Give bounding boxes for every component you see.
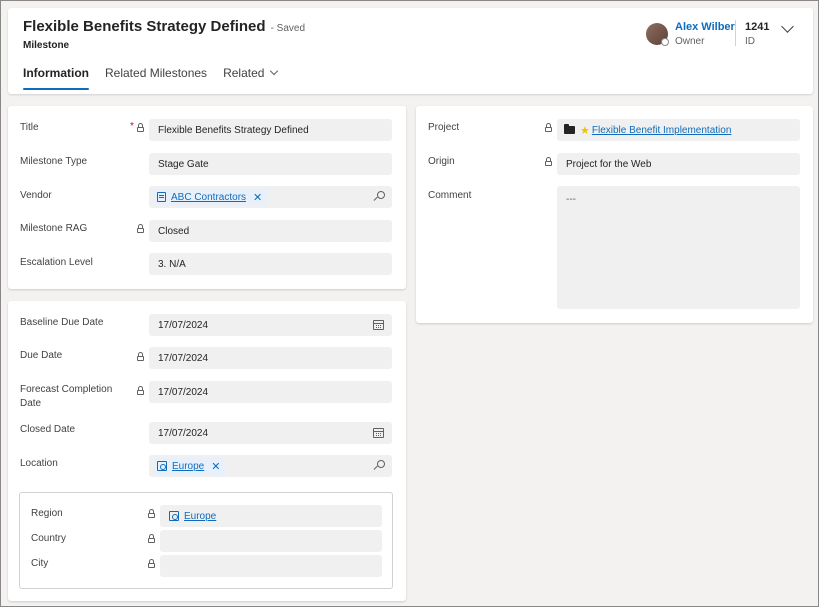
escalation-level-label: Escalation Level xyxy=(20,257,93,268)
lock-icon xyxy=(137,123,144,132)
star-icon: ★ xyxy=(580,124,590,137)
project-link[interactable]: Flexible Benefit Implementation xyxy=(592,125,732,136)
vendor-lookup[interactable]: ABC Contractors ✕ xyxy=(149,186,392,208)
baseline-due-date-field[interactable]: 17/07/2024 xyxy=(149,314,392,336)
tab-related-milestones-label: Related Milestones xyxy=(105,66,208,80)
vendor-label: Vendor xyxy=(20,190,52,201)
due-date-label: Due Date xyxy=(20,350,63,361)
milestone-type-label: Milestone Type xyxy=(20,156,88,167)
location-tag[interactable]: Europe ✕ xyxy=(153,457,226,475)
lock-icon xyxy=(545,123,552,132)
lock-icon xyxy=(545,157,552,166)
title-label: Title xyxy=(20,122,39,133)
location-lookup[interactable]: Europe ✕ xyxy=(149,455,392,477)
remove-vendor-icon[interactable]: ✕ xyxy=(253,191,262,204)
city-field[interactable] xyxy=(160,555,382,577)
location-label: Location xyxy=(20,458,58,469)
id-field: 1241 ID xyxy=(745,21,769,47)
presence-icon xyxy=(661,38,669,46)
calendar-icon[interactable] xyxy=(373,428,384,438)
project-lookup[interactable]: ★ Flexible Benefit Implementation xyxy=(557,119,800,141)
save-status: - Saved xyxy=(270,23,306,34)
region-tag[interactable]: Europe xyxy=(165,509,221,524)
lock-icon xyxy=(148,509,155,518)
project-section: Project ★ Flexible Benefit Implementatio… xyxy=(416,106,813,323)
search-icon[interactable] xyxy=(373,460,386,472)
avatar xyxy=(646,23,669,46)
forecast-label-line2: Date xyxy=(20,398,42,409)
closed-date-value: 17/07/2024 xyxy=(158,427,209,439)
escalation-level-field[interactable]: 3. N/A xyxy=(149,253,392,275)
comment-field[interactable]: --- xyxy=(557,186,800,309)
due-date-field[interactable]: 17/07/2024 xyxy=(149,347,392,369)
lock-icon xyxy=(137,386,144,395)
search-icon[interactable] xyxy=(373,191,386,203)
vendor-link[interactable]: ABC Contractors xyxy=(171,192,246,203)
chevron-down-icon xyxy=(270,66,279,76)
page-title: Flexible Benefits Strategy Defined xyxy=(23,18,266,35)
entity-name: Milestone xyxy=(23,40,70,51)
lock-icon xyxy=(137,224,144,233)
tab-related[interactable]: Related xyxy=(223,66,279,90)
region-field[interactable]: Europe xyxy=(160,505,382,527)
origin-field[interactable]: Project for the Web xyxy=(557,153,800,175)
header-expand-chevron-icon[interactable] xyxy=(781,20,794,33)
lock-icon xyxy=(148,559,155,568)
project-label: Project xyxy=(428,122,460,133)
closed-date-field[interactable]: 17/07/2024 xyxy=(149,422,392,444)
remove-location-icon[interactable]: ✕ xyxy=(211,460,220,473)
record-icon xyxy=(157,192,166,202)
region-label: Region xyxy=(31,508,63,519)
owner-field[interactable]: Alex Wilber Owner xyxy=(646,21,735,47)
lock-icon xyxy=(137,352,144,361)
forecast-completion-date-label: Forecast Completion Date xyxy=(20,383,112,411)
folder-icon xyxy=(564,124,575,134)
required-indicator: * xyxy=(130,121,134,132)
general-section: Title * Flexible Benefits Strategy Defin… xyxy=(8,106,406,289)
region-record-icon xyxy=(169,511,179,521)
city-label: City xyxy=(31,558,49,569)
tab-related-milestones[interactable]: Related Milestones xyxy=(105,66,207,90)
owner-role: Owner xyxy=(675,36,705,47)
id-label: ID xyxy=(745,36,755,47)
owner-name[interactable]: Alex Wilber xyxy=(675,21,735,33)
tab-list: Information Related Milestones Related xyxy=(23,66,293,90)
baseline-due-date-label: Baseline Due Date xyxy=(20,317,104,328)
location-record-icon xyxy=(157,461,167,471)
forecast-completion-date-field[interactable]: 17/07/2024 xyxy=(149,381,392,403)
milestone-rag-label: Milestone RAG xyxy=(20,223,88,234)
tab-information[interactable]: Information xyxy=(23,66,89,90)
location-link[interactable]: Europe xyxy=(172,461,204,472)
origin-label: Origin xyxy=(428,156,455,167)
header-divider xyxy=(735,20,736,46)
closed-date-label: Closed Date xyxy=(20,424,76,435)
comment-label: Comment xyxy=(428,190,472,201)
calendar-icon[interactable] xyxy=(373,320,384,330)
form-window: Flexible Benefits Strategy Defined - Sav… xyxy=(0,0,819,607)
record-header: Flexible Benefits Strategy Defined - Sav… xyxy=(8,8,813,94)
dates-section: Baseline Due Date 17/07/2024 Due Date 17… xyxy=(8,301,406,601)
lock-icon xyxy=(148,534,155,543)
tab-related-label: Related xyxy=(223,66,265,80)
country-label: Country xyxy=(31,533,67,544)
vendor-tag[interactable]: ABC Contractors ✕ xyxy=(153,188,268,206)
forecast-label-line1: Forecast Completion xyxy=(20,384,113,395)
region-link[interactable]: Europe xyxy=(184,511,216,522)
geography-subgrid: Region Europe Country City xyxy=(19,492,393,589)
country-field[interactable] xyxy=(160,530,382,552)
title-field[interactable]: Flexible Benefits Strategy Defined xyxy=(149,119,392,141)
baseline-due-date-value: 17/07/2024 xyxy=(158,319,209,331)
tab-information-label: Information xyxy=(23,66,89,80)
milestone-type-field[interactable]: Stage Gate xyxy=(149,153,392,175)
milestone-rag-field[interactable]: Closed xyxy=(149,220,392,242)
id-value: 1241 xyxy=(745,21,770,33)
